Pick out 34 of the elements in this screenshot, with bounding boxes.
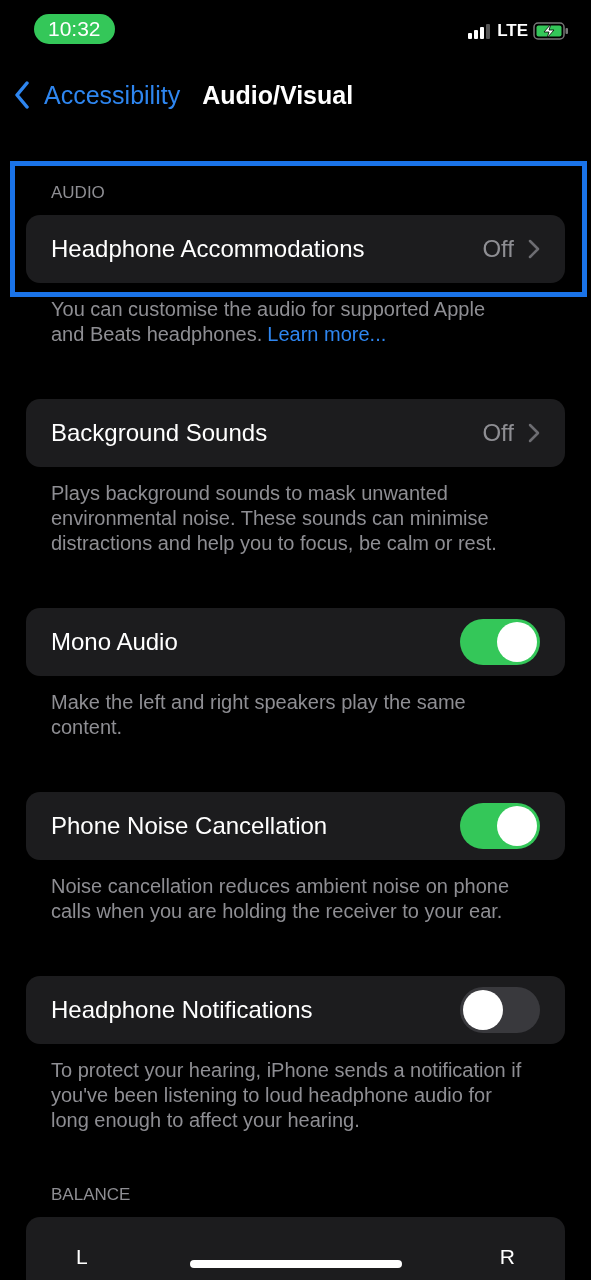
toggle-switch[interactable]: [460, 803, 540, 849]
page-title: Audio/Visual: [202, 80, 354, 110]
left-label: L: [76, 1245, 88, 1269]
chevron-icon: [528, 423, 540, 443]
right-label: R: [499, 1245, 515, 1269]
row-label: Phone Noise Cancellation: [51, 812, 329, 840]
toggle-switch[interactable]: [460, 619, 540, 665]
section-footnote: To protect your hearing, iPhone sends a notification if you've been listening to loud headphone audio for long enough to affect your hearing.: [50, 1058, 523, 1133]
settings-row[interactable]: Headphone Notifications: [26, 976, 565, 1044]
section-footnote: Make the left and right speakers play the same content.: [50, 690, 467, 740]
section-footnote: You can customise the audio for supported Apple and Beats headphones. Learn more...: [50, 297, 486, 347]
back-chevron-icon: [14, 81, 30, 109]
row-label: Headphone Notifications: [51, 996, 314, 1024]
row-label: Mono Audio: [51, 628, 179, 656]
settings-row[interactable]: Headphone Accommodations Off: [26, 215, 565, 283]
row-label: Headphone Accommodations: [51, 235, 366, 263]
toggle-switch[interactable]: [460, 987, 540, 1033]
battery-icon: [533, 22, 569, 40]
row-label: Background Sounds: [51, 419, 269, 447]
row-value: Off: [482, 419, 514, 447]
network-label: LTE: [497, 21, 528, 41]
row-value: Off: [482, 235, 514, 263]
section-header: AUDIO: [50, 183, 106, 204]
section-header: BALANCE: [50, 1185, 132, 1206]
chevron-icon: [528, 239, 540, 259]
back-button[interactable]: Accessibility: [14, 80, 181, 110]
signal-icon: [468, 23, 493, 39]
section-footnote: Noise cancellation reduces ambient noise on phone calls when you are holding the receiver to your ear.: [50, 874, 511, 924]
settings-row[interactable]: Phone Noise Cancellation: [26, 792, 565, 860]
learn-more-link[interactable]: Learn more...: [267, 323, 387, 345]
settings-row[interactable]: Mono Audio: [26, 608, 565, 676]
clock-time: 10:32: [34, 14, 115, 44]
settings-row[interactable]: Background Sounds Off: [26, 399, 565, 467]
section-footnote: Plays background sounds to mask unwanted environmental noise. These sounds can minimise distractions and help you to focus, be calm or rest.: [50, 481, 498, 556]
